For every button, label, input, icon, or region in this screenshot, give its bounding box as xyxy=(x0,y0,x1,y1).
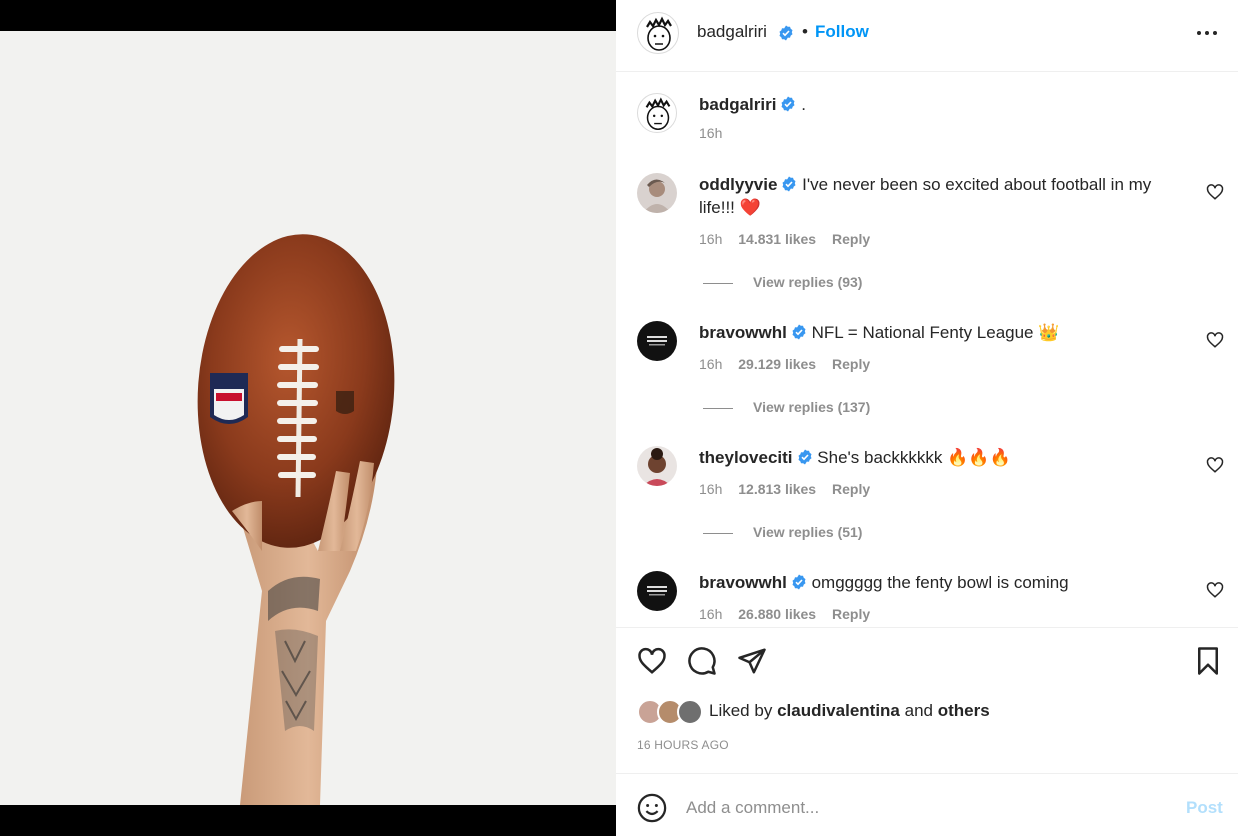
comments-list[interactable]: badgalriri . 16h oddlyyvie I've never be… xyxy=(616,73,1238,626)
view-replies-label[interactable]: View replies (137) xyxy=(753,399,870,415)
football-hand-illustration xyxy=(197,234,395,805)
comment-likes[interactable]: 29.129 likes xyxy=(738,356,816,372)
author-avatar[interactable] xyxy=(637,12,679,54)
liked-by-and: and xyxy=(904,701,933,720)
comment-meta: 16h 14.831 likes Reply xyxy=(699,231,882,247)
reply-button[interactable]: Reply xyxy=(832,481,870,497)
more-options-icon[interactable] xyxy=(1194,20,1220,46)
comment-text: omggggg the fenty bowl is coming xyxy=(811,573,1069,592)
author-username[interactable]: badgalriri xyxy=(697,22,767,42)
replies-line xyxy=(703,407,733,409)
post-media[interactable] xyxy=(0,0,616,836)
view-replies-button[interactable]: View replies (137) xyxy=(703,399,870,415)
comment-text: NFL = National Fenty League 👑 xyxy=(811,323,1060,342)
view-replies-button[interactable]: View replies (93) xyxy=(703,274,862,290)
comment-text: She's backkkkkk 🔥🔥🔥 xyxy=(817,448,1011,467)
commenter-username[interactable]: bravowwhl xyxy=(699,573,787,592)
liked-by-avatars[interactable] xyxy=(637,699,703,725)
post-comment-button[interactable]: Post xyxy=(1186,798,1223,818)
liker-avatar xyxy=(677,699,703,725)
like-comment-heart-icon[interactable] xyxy=(1206,331,1224,349)
commenter-avatar[interactable] xyxy=(637,173,677,213)
liked-by-prefix: Liked by xyxy=(709,701,773,720)
comment-meta: 16h 12.813 likes Reply xyxy=(699,481,882,497)
commenter-avatar[interactable] xyxy=(637,571,677,611)
commenter-username[interactable]: oddlyyvie xyxy=(699,175,777,194)
follow-button[interactable]: Follow xyxy=(815,22,869,42)
caption-body: badgalriri . xyxy=(699,93,1169,116)
comment-time: 16h xyxy=(699,481,723,497)
comment-meta: 16h 29.129 likes Reply xyxy=(699,356,882,372)
caption-time: 16h xyxy=(699,125,723,141)
verified-badge-icon xyxy=(779,25,793,41)
view-replies-button[interactable]: View replies (51) xyxy=(703,524,862,540)
post-actions: Liked by claudivalentina and others 16 H… xyxy=(616,627,1238,773)
reply-button[interactable]: Reply xyxy=(832,356,870,372)
comment-body: oddlyyvie I've never been so excited abo… xyxy=(699,173,1169,219)
emoji-icon[interactable] xyxy=(637,793,667,823)
comment-input[interactable] xyxy=(686,794,1166,822)
comment-body: bravowwhl omggggg the fenty bowl is comi… xyxy=(699,571,1169,594)
liked-by-text: Liked by claudivalentina and others xyxy=(709,701,990,721)
commenter-username[interactable]: bravowwhl xyxy=(699,323,787,342)
caption-username[interactable]: badgalriri xyxy=(699,95,776,114)
save-bookmark-icon[interactable] xyxy=(1193,646,1223,676)
comment-body: theyloveciti She's backkkkkk 🔥🔥🔥 xyxy=(699,446,1169,469)
caption-text: . xyxy=(801,95,806,114)
post-image xyxy=(0,31,616,805)
verified-badge-icon xyxy=(792,574,806,590)
like-comment-heart-icon[interactable] xyxy=(1206,183,1224,201)
reply-button[interactable]: Reply xyxy=(832,606,870,622)
view-replies-label[interactable]: View replies (51) xyxy=(753,524,862,540)
replies-line xyxy=(703,532,733,534)
header-separator: • xyxy=(802,22,808,41)
verified-badge-icon xyxy=(782,176,796,192)
replies-line xyxy=(703,282,733,284)
verified-badge-icon xyxy=(781,96,795,112)
comment-time: 16h xyxy=(699,356,723,372)
verified-badge-icon xyxy=(798,449,812,465)
comment-meta: 16h 26.880 likes Reply xyxy=(699,606,882,622)
like-comment-heart-icon[interactable] xyxy=(1206,581,1224,599)
liked-by-user[interactable]: claudivalentina xyxy=(777,701,900,720)
comment-bubble-icon[interactable] xyxy=(687,646,717,676)
post-details-panel: badgalriri • Follow badgalriri . 16h odd… xyxy=(616,0,1238,836)
liked-by-others[interactable]: others xyxy=(938,701,990,720)
comment-body: bravowwhl NFL = National Fenty League 👑 xyxy=(699,321,1169,344)
like-heart-icon[interactable] xyxy=(637,646,667,676)
add-comment-bar: Post xyxy=(616,773,1238,836)
commenter-username[interactable]: theyloveciti xyxy=(699,448,793,467)
caption-avatar[interactable] xyxy=(637,93,677,133)
commenter-avatar[interactable] xyxy=(637,321,677,361)
caption-meta: 16h xyxy=(699,125,734,141)
share-paper-plane-icon[interactable] xyxy=(737,646,767,676)
view-replies-label[interactable]: View replies (93) xyxy=(753,274,862,290)
reply-button[interactable]: Reply xyxy=(832,231,870,247)
comment-likes[interactable]: 14.831 likes xyxy=(738,231,816,247)
comment-likes[interactable]: 26.880 likes xyxy=(738,606,816,622)
comment-time: 16h xyxy=(699,606,723,622)
post-timestamp[interactable]: 16 HOURS AGO xyxy=(637,738,729,752)
commenter-avatar[interactable] xyxy=(637,446,677,486)
comment-time: 16h xyxy=(699,231,723,247)
post-header: badgalriri • Follow xyxy=(616,0,1238,72)
verified-badge-icon xyxy=(792,324,806,340)
like-comment-heart-icon[interactable] xyxy=(1206,456,1224,474)
comment-likes[interactable]: 12.813 likes xyxy=(738,481,816,497)
